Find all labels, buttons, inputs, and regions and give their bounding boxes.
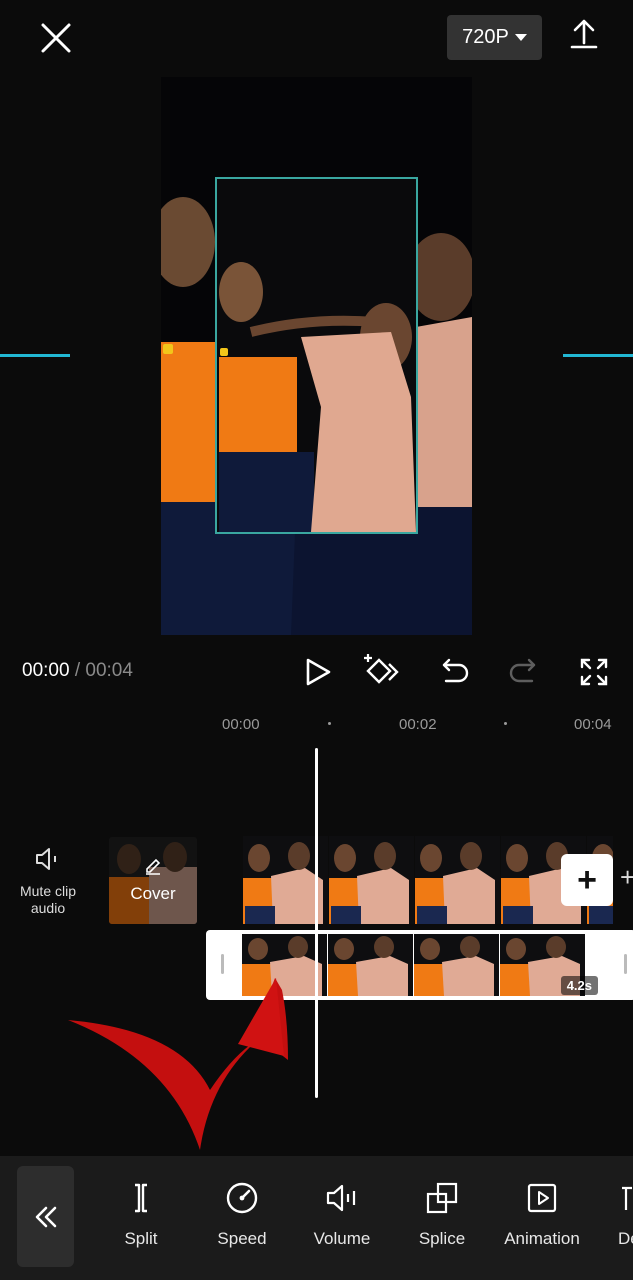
horizontal-guide-left bbox=[0, 354, 70, 357]
play-icon[interactable] bbox=[298, 652, 338, 692]
delete-button[interactable]: De bbox=[598, 1180, 633, 1249]
main-video-track[interactable] bbox=[243, 836, 613, 924]
split-icon bbox=[135, 1183, 147, 1213]
annotation-arrow bbox=[68, 978, 288, 1150]
ruler-label: 00:00 bbox=[222, 716, 260, 733]
splice-icon bbox=[426, 1182, 458, 1214]
close-icon[interactable] bbox=[36, 18, 76, 58]
undo-icon[interactable] bbox=[434, 652, 474, 692]
speed-label: Speed bbox=[217, 1229, 267, 1248]
ruler-dot bbox=[504, 722, 507, 725]
horizontal-guide-right bbox=[563, 354, 633, 357]
ruler-dot bbox=[328, 722, 331, 725]
delete-label: De bbox=[618, 1229, 633, 1248]
split-button[interactable]: Split bbox=[96, 1180, 186, 1249]
speed-icon bbox=[226, 1182, 258, 1214]
mute-clip-label: Mute clip audio bbox=[19, 883, 77, 916]
total-time: 00:04 bbox=[85, 660, 133, 681]
speed-button[interactable]: Speed bbox=[197, 1180, 287, 1249]
volume-label: Volume bbox=[313, 1229, 371, 1248]
time-separator: / bbox=[69, 660, 86, 681]
trim-handle-right[interactable] bbox=[624, 954, 627, 974]
split-label: Split bbox=[124, 1229, 158, 1248]
playhead[interactable] bbox=[315, 748, 318, 1098]
export-icon[interactable] bbox=[566, 16, 602, 52]
volume-button[interactable]: Volume bbox=[297, 1180, 387, 1249]
animation-label: Animation bbox=[504, 1229, 580, 1248]
mute-clip-audio-button[interactable]: Mute clip audio bbox=[12, 843, 84, 917]
back-double-chevron-icon[interactable] bbox=[17, 1166, 74, 1267]
splice-button[interactable]: Splice bbox=[397, 1180, 487, 1249]
cover-button[interactable]: Cover bbox=[109, 837, 197, 924]
clip-filmstrip bbox=[243, 836, 613, 924]
video-preview[interactable] bbox=[161, 77, 472, 635]
ruler-label: 00:02 bbox=[399, 716, 437, 733]
playback-time: 00:00 / 00:04 bbox=[22, 660, 133, 682]
cover-label: Cover bbox=[130, 884, 176, 903]
redo-icon[interactable] bbox=[504, 652, 544, 692]
resolution-label: 720P bbox=[462, 26, 509, 48]
add-track-icon[interactable]: + bbox=[620, 862, 633, 893]
ruler-label: 00:04 bbox=[574, 716, 612, 733]
splice-label: Splice bbox=[418, 1229, 466, 1248]
speaker-icon bbox=[12, 843, 84, 879]
caret-down-icon bbox=[514, 34, 527, 41]
fullscreen-icon[interactable] bbox=[574, 652, 614, 692]
resolution-dropdown[interactable]: 720P bbox=[447, 15, 542, 60]
clip-duration-badge: 4.2s bbox=[560, 976, 598, 995]
delete-icon bbox=[622, 1186, 632, 1210]
keyframe-icon[interactable] bbox=[362, 652, 402, 692]
current-time: 00:00 bbox=[22, 660, 70, 681]
preview-frame-image bbox=[161, 77, 472, 635]
edit-pencil-icon bbox=[143, 855, 163, 880]
add-clip-button[interactable]: + bbox=[561, 854, 613, 906]
animation-icon bbox=[527, 1183, 557, 1213]
animation-button[interactable]: Animation bbox=[497, 1180, 587, 1249]
cover-thumbnail bbox=[109, 837, 197, 924]
volume-icon bbox=[326, 1184, 356, 1212]
